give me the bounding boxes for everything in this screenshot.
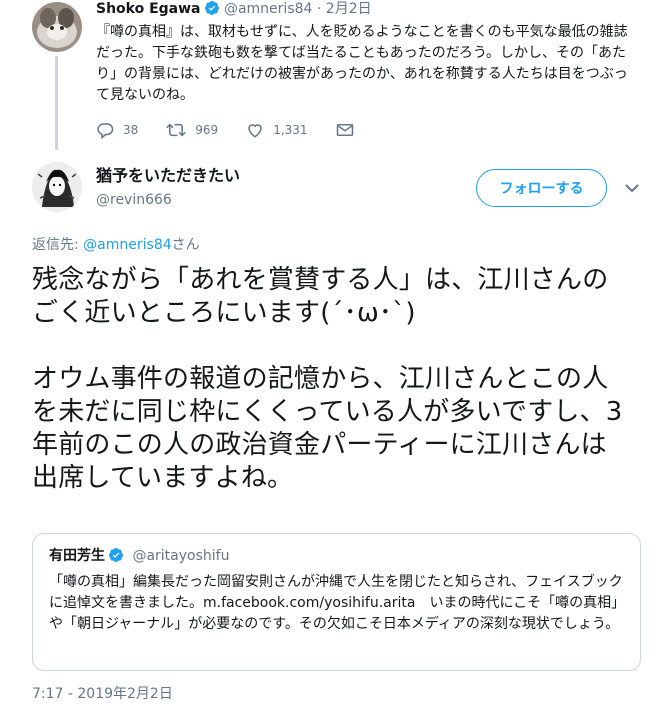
reply-to-handle-link[interactable]: @amneris84	[83, 237, 171, 253]
parent-author-handle[interactable]: @amneris84	[224, 1, 312, 17]
main-tweet-text: 残念ながら「あれを賞賛する人」は、江川さんのごく近いところにいます(´･ω･`)…	[32, 264, 632, 495]
parent-author-name[interactable]: Shoko Egawa	[96, 1, 201, 17]
main-author-name[interactable]: 猶予をいただきたい	[96, 166, 240, 186]
reply-action[interactable]: 38	[96, 121, 138, 139]
verified-badge-icon	[108, 547, 124, 568]
retweet-icon	[166, 123, 187, 137]
retweet-count: 969	[195, 123, 219, 137]
header-separator: ·	[316, 1, 322, 17]
thread-connector-line	[55, 56, 58, 150]
like-action[interactable]: 1,331	[246, 121, 308, 139]
reply-count: 38	[123, 123, 139, 137]
retweet-action[interactable]: 969	[166, 121, 218, 139]
verified-badge-icon	[204, 0, 220, 21]
parent-tweet-date[interactable]: 2月2日	[326, 1, 372, 17]
main-avatar[interactable]	[32, 162, 82, 212]
main-tweet-paragraph-2: オウム事件の報道の記憶から、江川さんとこの人を未だに同じ枠にくくっている人が多い…	[32, 364, 623, 493]
parent-tweet-text: 『噂の真相』は、取材もせずに、人を貶めるようなことを書くのも平気な最低の雑誌だっ…	[96, 24, 628, 103]
main-author-handle[interactable]: @revin666	[96, 191, 172, 209]
quoted-tweet[interactable]: 有田芳生 @aritayoshifu 「噂の真相」編集長だった岡留安則さんが沖縄…	[32, 533, 641, 671]
reply-prefix: 返信先:	[32, 237, 79, 253]
tweet-timestamp[interactable]: 7:17 - 2019年2月2日	[32, 685, 173, 703]
like-icon	[248, 124, 262, 138]
reply-suffix: さん	[171, 237, 200, 253]
quoted-tweet-header: 有田芳生 @aritayoshifu	[49, 547, 229, 568]
quoted-author-handle: @aritayoshifu	[132, 548, 230, 564]
parent-tweet: Shoko Egawa @amneris84 · 2月2日 『噂の真相』は、取材…	[0, 0, 659, 150]
follow-button[interactable]: フォローする	[476, 169, 607, 207]
quoted-tweet-text: 「噂の真相」編集長だった岡留安則さんが沖縄で人生を閉じたと知らされ、フェイスブッ…	[49, 574, 626, 632]
reply-context: 返信先: @amneris84さん	[32, 236, 200, 254]
direct-message-action[interactable]	[336, 122, 363, 138]
chevron-down-icon[interactable]	[622, 178, 642, 198]
direct-message-icon	[336, 124, 353, 136]
parent-tweet-actions: 38 969 1,331	[96, 120, 391, 140]
quoted-author-name: 有田芳生	[49, 548, 105, 564]
parent-avatar[interactable]	[32, 2, 82, 52]
main-tweet-paragraph-1: 残念ながら「あれを賞賛する人」は、江川さんのごく近いところにいます(´･ω･`)	[32, 265, 609, 328]
parent-tweet-header: Shoko Egawa @amneris84 · 2月2日	[96, 0, 372, 21]
reply-icon	[97, 123, 114, 139]
like-count: 1,331	[273, 123, 308, 137]
